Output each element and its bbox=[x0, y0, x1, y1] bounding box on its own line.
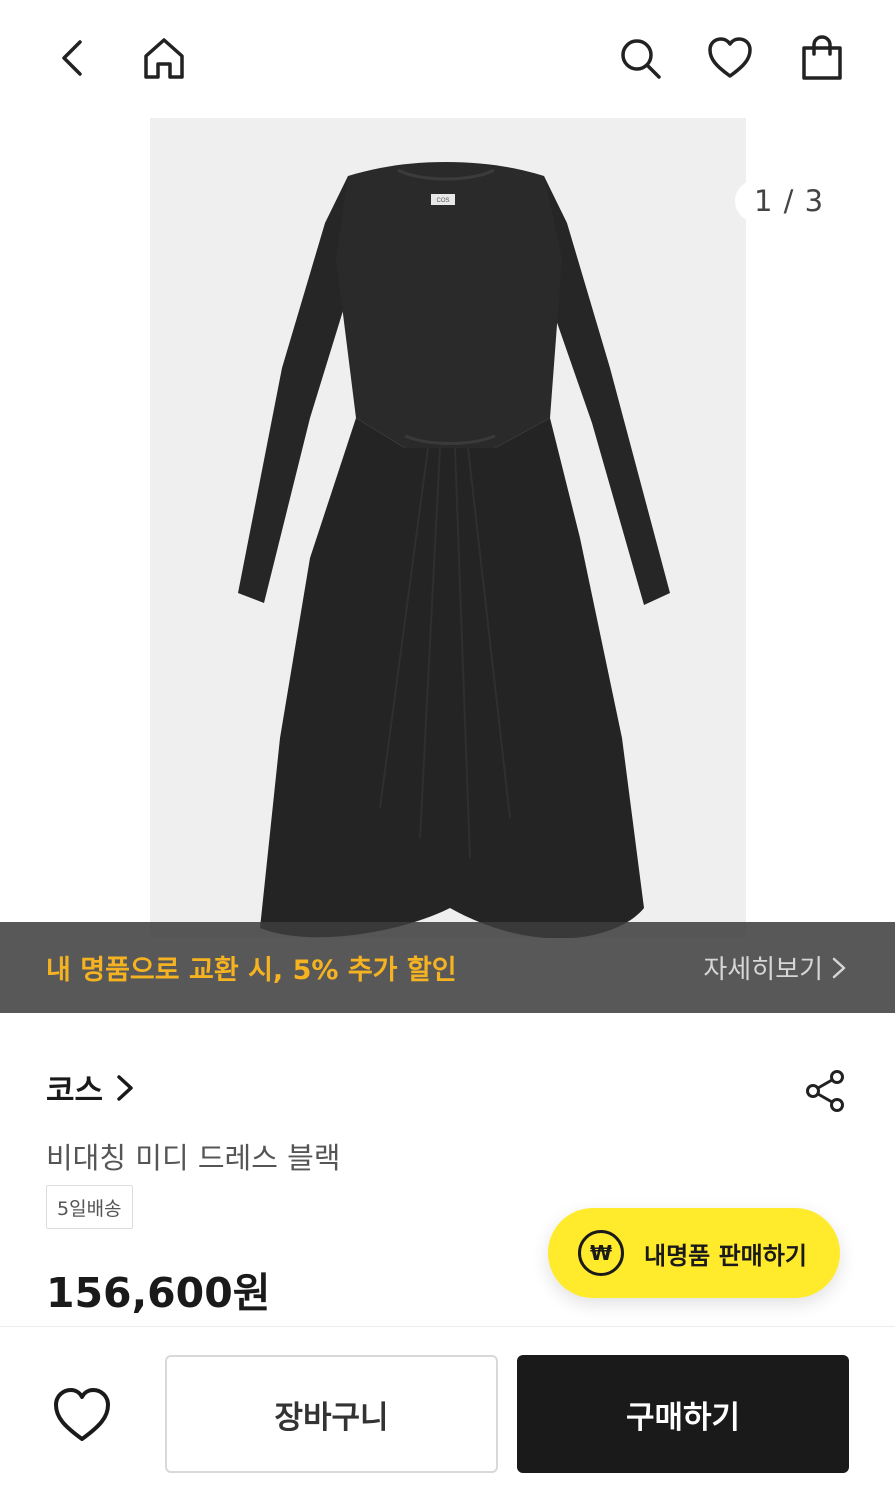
wishlist-button[interactable] bbox=[702, 30, 758, 86]
chevron-left-icon bbox=[62, 40, 82, 76]
search-button[interactable] bbox=[612, 30, 668, 86]
top-navigation-bar bbox=[0, 0, 895, 118]
back-button[interactable] bbox=[46, 30, 102, 86]
chevron-right-icon bbox=[117, 1074, 133, 1101]
add-to-cart-button[interactable]: 장바구니 bbox=[165, 1355, 498, 1473]
product-image-gallery[interactable]: COS 1 / 3 bbox=[0, 118, 895, 1013]
product-name: 비대칭 미디 드레스 블랙 bbox=[46, 1141, 341, 1175]
won-icon: ₩ bbox=[578, 1230, 624, 1276]
bottom-action-bar: 장바구니 구매하기 bbox=[0, 1326, 895, 1500]
sell-my-luxury-button[interactable]: ₩ 내명품 판매하기 bbox=[548, 1208, 840, 1298]
product-image: COS bbox=[238, 162, 670, 938]
buy-now-button[interactable]: 구매하기 bbox=[517, 1355, 849, 1473]
share-icon[interactable] bbox=[805, 1069, 845, 1113]
trade-in-promo-banner[interactable]: 내 명품으로 교환 시, 5% 추가 할인 자세히보기 bbox=[0, 922, 895, 1013]
brand-link[interactable]: 코스 bbox=[46, 1065, 135, 1110]
product-info-section: 코스 비대칭 미디 드레스 블랙 5일배송 156,600원 ₩ 내명품 판매하… bbox=[0, 1013, 895, 1326]
product-price: 156,600원 bbox=[46, 1269, 271, 1317]
home-icon bbox=[144, 38, 184, 79]
sell-button-label: 내명품 판매하기 bbox=[644, 1241, 807, 1270]
home-button[interactable] bbox=[136, 30, 192, 86]
promo-text: 내 명품으로 교환 시, 5% 추가 할인 bbox=[46, 955, 457, 986]
brand-name: 코스 bbox=[46, 1073, 104, 1109]
wishlist-heart-icon[interactable] bbox=[50, 1383, 114, 1447]
image-counter: 1 / 3 bbox=[735, 180, 843, 222]
heart-icon bbox=[708, 37, 752, 78]
shopping-bag-icon bbox=[802, 35, 842, 80]
shipping-tag: 5일배송 bbox=[46, 1185, 133, 1229]
chevron-right-icon bbox=[832, 957, 846, 978]
search-icon bbox=[621, 39, 661, 79]
promo-details-link[interactable]: 자세히보기 bbox=[703, 949, 847, 986]
garment-label-text: COS bbox=[436, 198, 449, 204]
promo-details-label: 자세히보기 bbox=[703, 955, 823, 985]
shopping-bag-button[interactable] bbox=[794, 30, 850, 86]
